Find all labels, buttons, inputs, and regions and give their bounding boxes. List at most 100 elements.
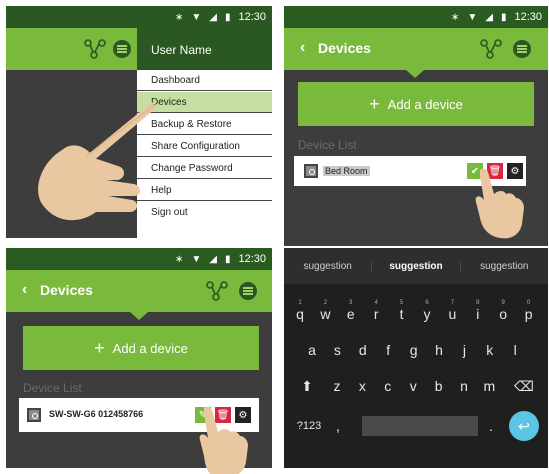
hub-icon[interactable] [480, 39, 502, 59]
signal-icon: ◢ [209, 11, 217, 23]
key-g[interactable]: g [404, 342, 424, 358]
enter-key[interactable]: ↩ [509, 411, 539, 441]
pointing-hand-illustration [475, 168, 524, 239]
key-x-label: x [358, 378, 366, 394]
page-title: Devices [40, 282, 93, 298]
key-x[interactable]: x [352, 378, 372, 394]
key-l[interactable]: l [505, 342, 525, 358]
hub-icon[interactable] [206, 281, 228, 301]
key-b[interactable]: b [429, 378, 449, 394]
key-r[interactable]: r4 [366, 300, 386, 322]
drawer-item-dashboard[interactable]: Dashboard [137, 70, 272, 91]
app-bar: ‹ Devices [6, 270, 272, 312]
symbols-key[interactable]: ?123 [292, 420, 326, 432]
wifi-icon: ▼ [191, 253, 202, 265]
key-u-label: u [448, 306, 457, 322]
key-z[interactable]: z [327, 378, 347, 394]
key-a-label: a [308, 342, 316, 358]
back-icon[interactable]: ‹ [300, 39, 305, 57]
device-list-label: Device List [298, 138, 357, 152]
signal-icon: ◢ [209, 253, 217, 265]
comma-key[interactable]: , [330, 418, 346, 434]
key-t[interactable]: t5 [392, 300, 412, 322]
status-time: 12:30 [514, 11, 542, 23]
key-e-label: e [346, 306, 355, 322]
key-u-hint: 7 [450, 300, 455, 306]
key-j-label: j [462, 342, 466, 358]
shift-key[interactable]: ⬆ [296, 378, 318, 395]
drawer-header: User Name [137, 28, 272, 70]
key-d[interactable]: d [353, 342, 373, 358]
plus-icon: + [369, 94, 380, 114]
key-q[interactable]: q1 [290, 300, 310, 322]
backspace-key[interactable]: ⌫ [510, 378, 538, 395]
status-bar: ∗ ▼ ◢ ▮ 12:30 [284, 6, 548, 28]
hub-icon[interactable] [84, 39, 106, 59]
key-y[interactable]: y6 [417, 300, 437, 322]
period-key[interactable]: . [484, 418, 498, 434]
key-m-label: m [483, 378, 496, 394]
key-u[interactable]: u7 [442, 300, 462, 322]
spacebar[interactable] [362, 416, 478, 436]
key-o[interactable]: o9 [493, 300, 513, 322]
menu-icon[interactable] [239, 282, 257, 300]
appbar-notch [130, 312, 148, 320]
key-w[interactable]: w2 [315, 300, 335, 322]
key-o-label: o [499, 306, 508, 322]
key-r-label: r [373, 306, 379, 322]
panel-menu: ∗ ▼ ◢ ▮ 12:30 User Name Dashboard Device… [6, 6, 272, 238]
battery-icon: ▮ [500, 11, 507, 23]
add-device-label: Add a device [387, 96, 463, 112]
signal-icon: ◢ [485, 11, 493, 23]
menu-icon[interactable] [513, 40, 531, 58]
appbar-notch [406, 70, 424, 78]
add-device-button[interactable]: + Add a device [298, 82, 534, 126]
key-z-label: z [333, 378, 341, 394]
key-s[interactable]: s [327, 342, 347, 358]
menu-icon[interactable] [113, 40, 131, 58]
add-device-button[interactable]: + Add a device [23, 326, 259, 370]
device-name: SW-SW-G6 012458766 [49, 409, 144, 419]
wifi-icon: ▼ [467, 11, 478, 23]
bluetooth-icon: ∗ [450, 11, 460, 23]
key-h-label: h [435, 342, 443, 358]
key-w-label: w [320, 306, 331, 322]
key-e[interactable]: e3 [341, 300, 361, 322]
key-a[interactable]: a [302, 342, 322, 358]
device-list-label: Device List [23, 381, 82, 395]
key-v-label: v [409, 378, 417, 394]
key-n[interactable]: n [454, 378, 474, 394]
user-name: User Name [151, 43, 212, 57]
key-t-hint: 5 [399, 300, 404, 306]
key-f-label: f [386, 342, 391, 358]
key-t-label: t [399, 306, 404, 322]
status-time: 12:30 [238, 253, 266, 265]
key-m[interactable]: m [479, 378, 499, 394]
suggestion-middle[interactable]: suggestion [371, 260, 461, 272]
key-v[interactable]: v [403, 378, 423, 394]
key-c[interactable]: c [378, 378, 398, 394]
device-name-input[interactable]: Bed Room [323, 166, 370, 176]
key-f[interactable]: f [378, 342, 398, 358]
key-k[interactable]: k [480, 342, 500, 358]
bluetooth-icon: ∗ [174, 253, 184, 265]
battery-icon: ▮ [224, 11, 231, 23]
key-l-label: l [513, 342, 517, 358]
key-c-label: c [384, 378, 392, 394]
key-h[interactable]: h [429, 342, 449, 358]
key-r-hint: 4 [374, 300, 378, 306]
back-icon[interactable]: ‹ [22, 281, 27, 299]
key-i-hint: 8 [476, 300, 480, 306]
suggestion-right[interactable]: suggestion [461, 261, 548, 272]
plus-icon: + [94, 338, 105, 358]
key-j[interactable]: j [454, 342, 474, 358]
battery-icon: ▮ [224, 253, 231, 265]
key-i-label: i [476, 306, 480, 322]
wifi-icon: ▼ [191, 11, 202, 23]
suggestion-left[interactable]: suggestion [284, 261, 371, 272]
app-bar: ‹ Devices [284, 28, 548, 70]
key-d-label: d [358, 342, 367, 358]
key-p[interactable]: p0 [519, 300, 539, 322]
key-i[interactable]: i8 [468, 300, 488, 322]
suggestion-bar: suggestion suggestion suggestion [284, 248, 548, 284]
